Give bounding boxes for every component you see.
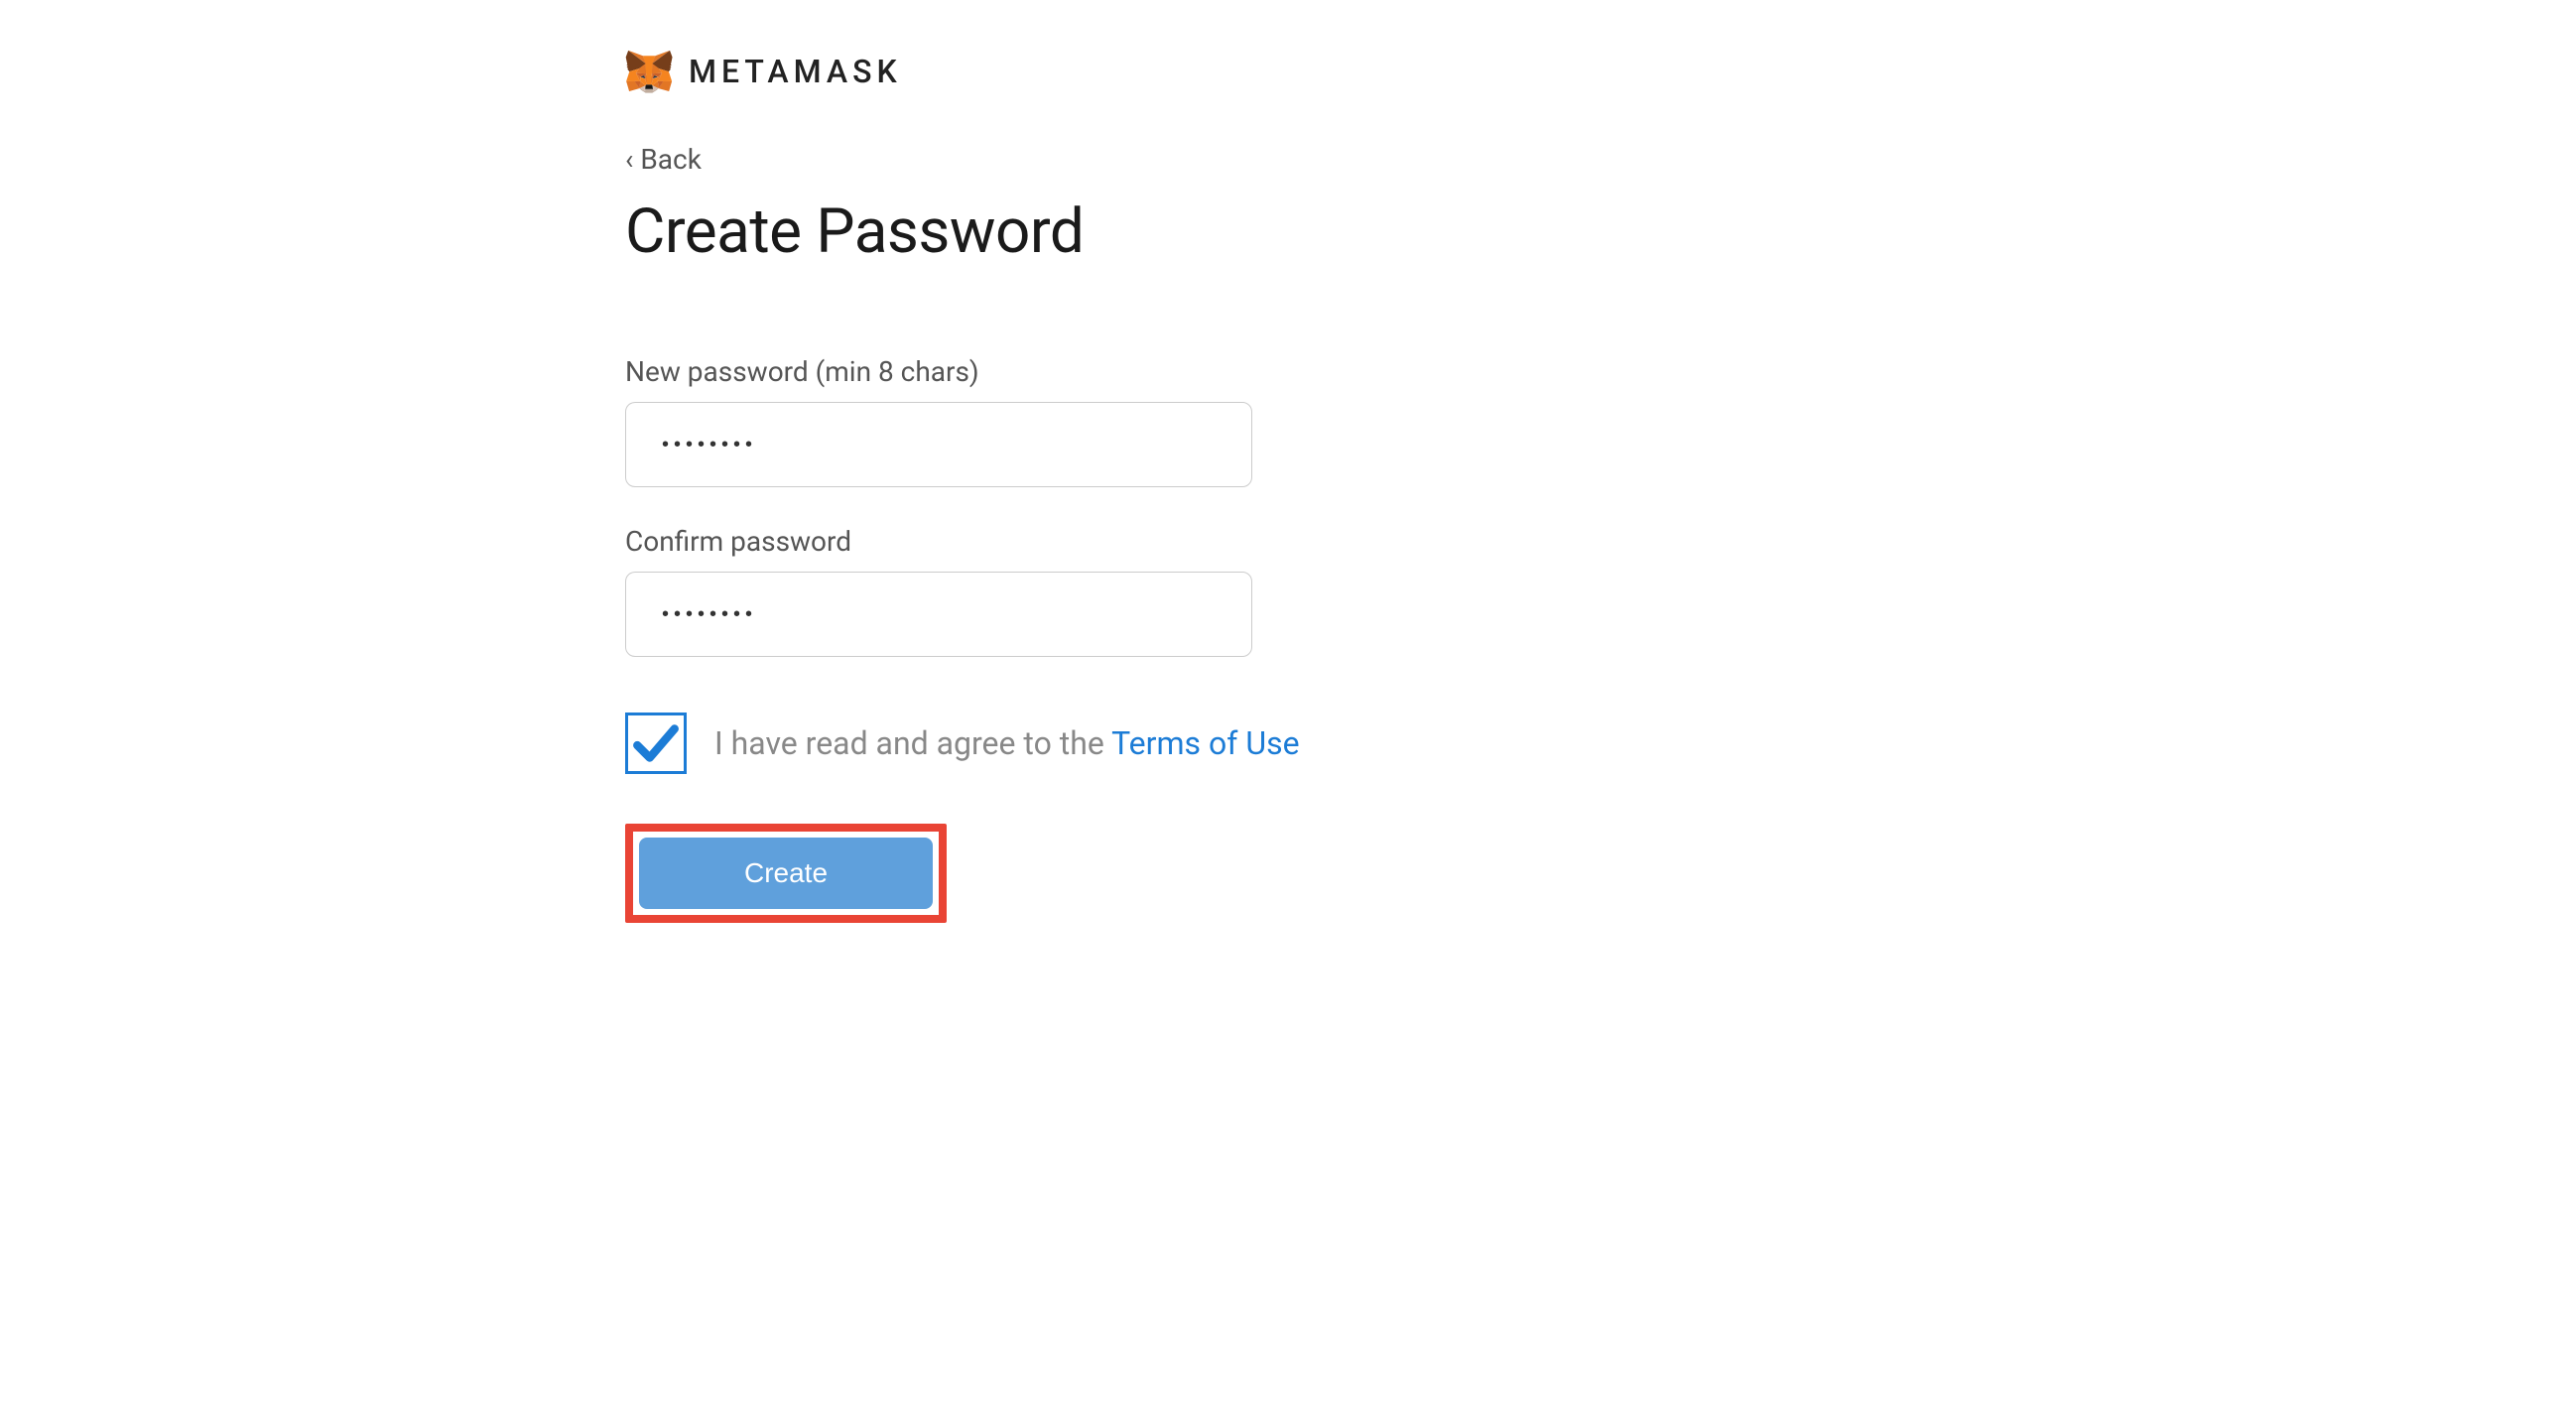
metamask-fox-icon [625, 48, 673, 95]
new-password-input[interactable] [625, 402, 1252, 487]
terms-checkbox[interactable] [625, 712, 687, 774]
confirm-password-group: Confirm password [625, 525, 2576, 657]
main-content: METAMASK ‹ Back Create Password New pass… [0, 0, 2576, 923]
confirm-password-input[interactable] [625, 572, 1252, 657]
page-title: Create Password [625, 195, 2576, 268]
chevron-left-icon: ‹ [625, 143, 640, 176]
create-button[interactable]: Create [639, 838, 933, 909]
brand-logo: METAMASK [625, 48, 2576, 95]
create-button-highlight: Create [625, 824, 947, 923]
terms-text: I have read and agree to the Terms of Us… [714, 724, 1300, 762]
check-icon [631, 718, 681, 768]
confirm-password-label: Confirm password [625, 525, 2576, 558]
new-password-label: New password (min 8 chars) [625, 355, 2576, 388]
brand-name: METAMASK [689, 53, 902, 90]
terms-row: I have read and agree to the Terms of Us… [625, 712, 2576, 774]
new-password-group: New password (min 8 chars) [625, 355, 2576, 487]
back-link[interactable]: ‹ Back [625, 143, 702, 176]
terms-of-use-link[interactable]: Terms of Use [1111, 724, 1299, 762]
